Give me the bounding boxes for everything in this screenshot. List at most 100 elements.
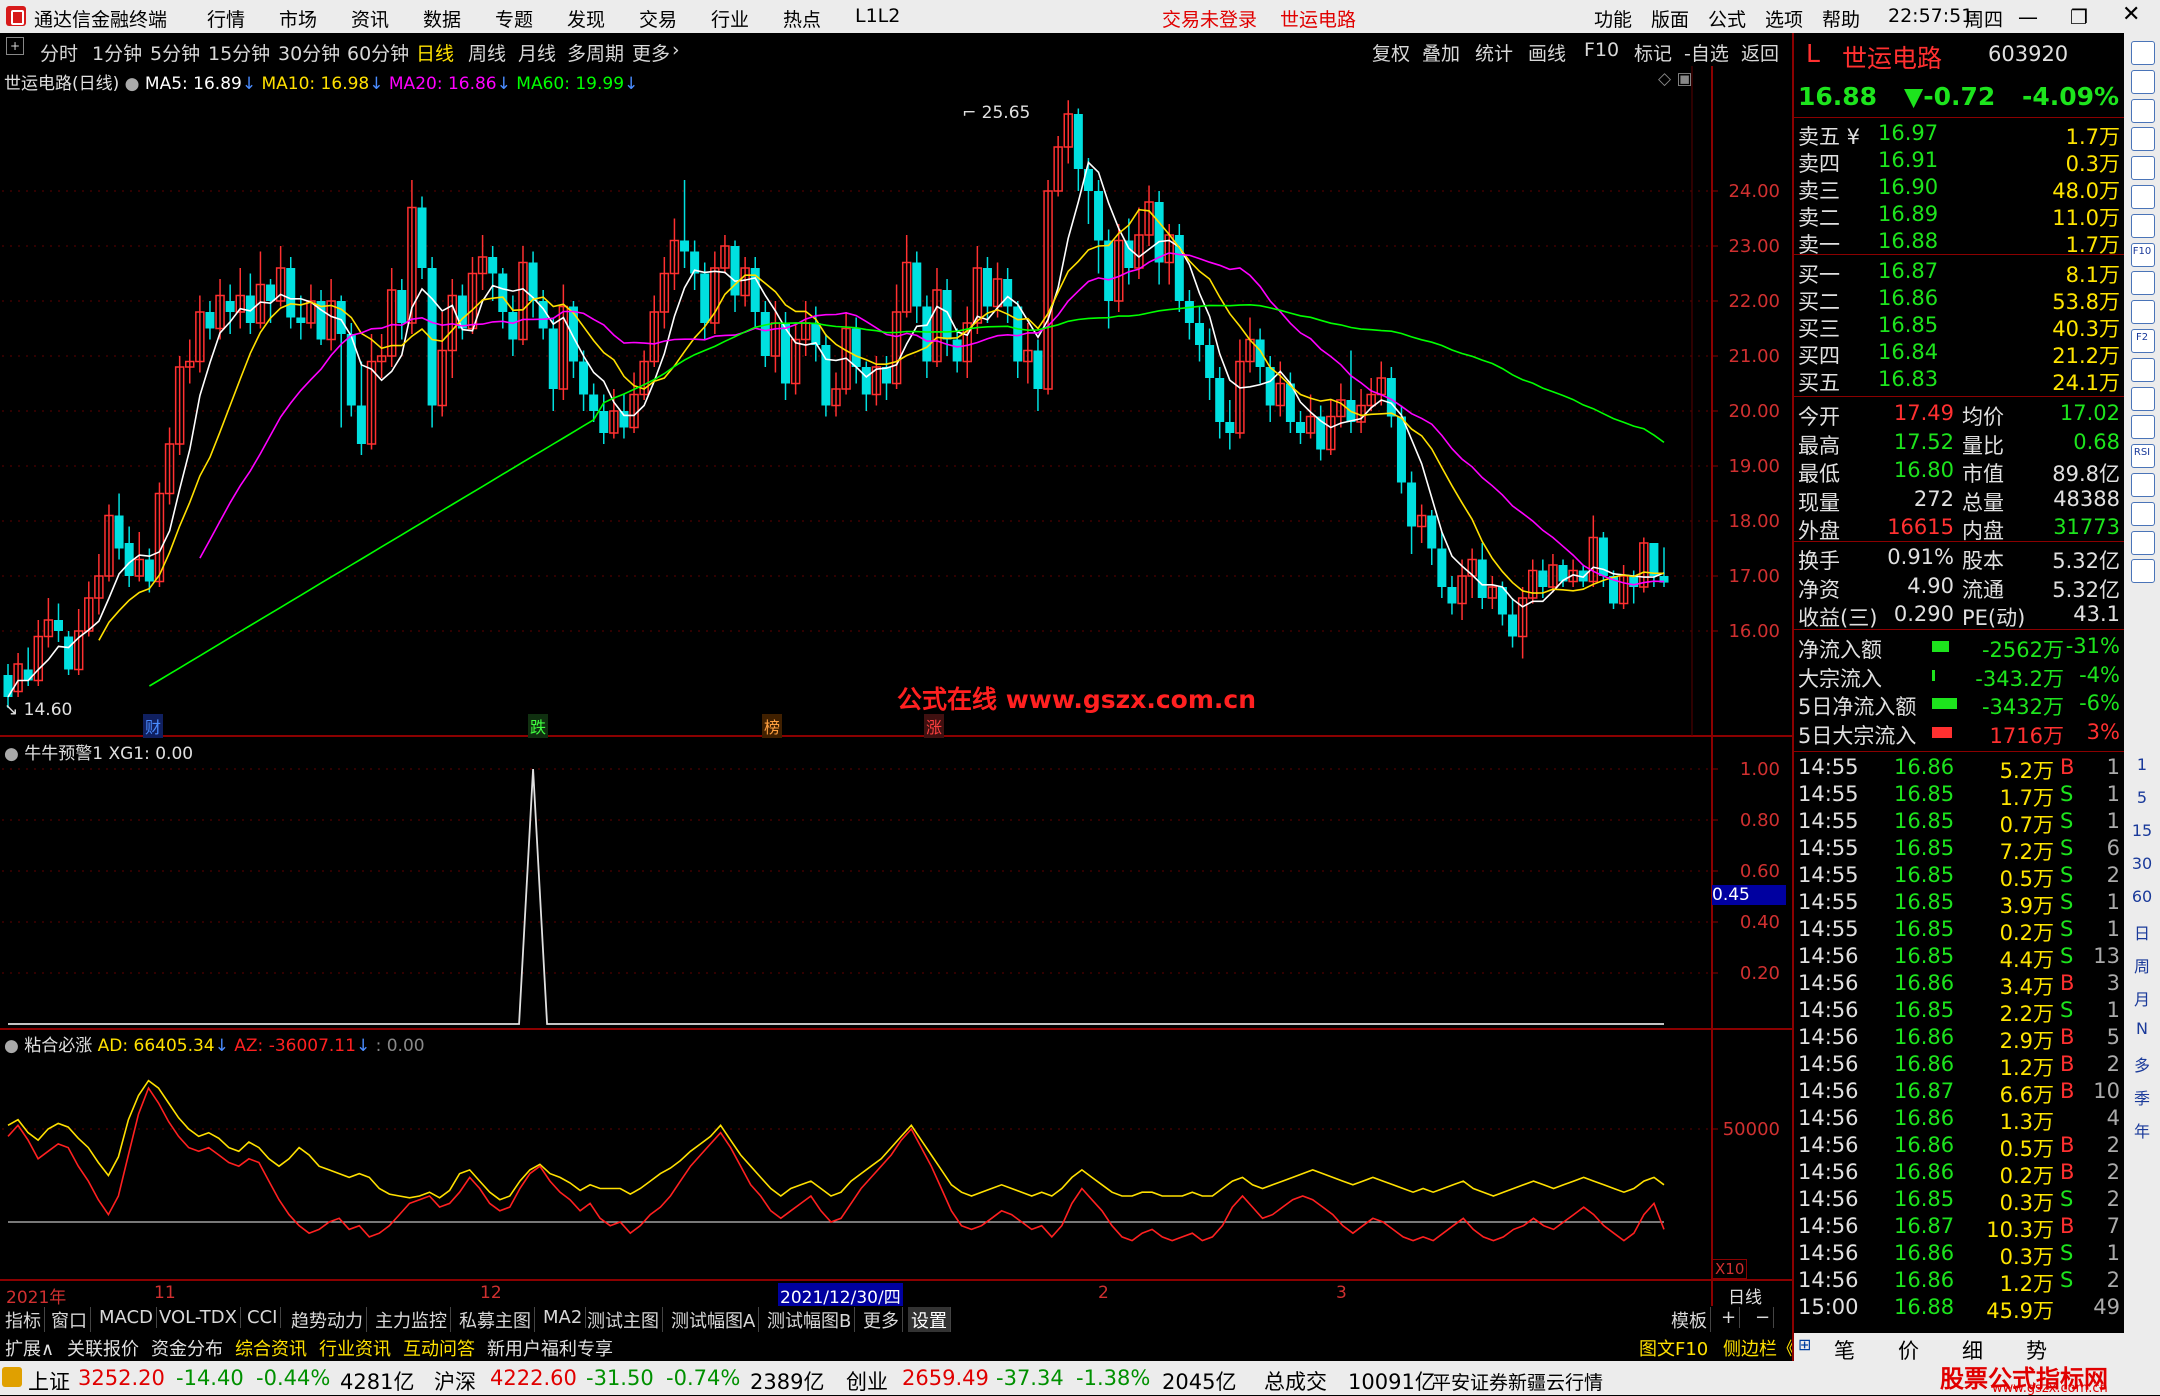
- tick-row[interactable]: 14:56 16.86 1.2万 B 2: [1794, 1052, 2124, 1080]
- tool-tongji[interactable]: 统计: [1475, 39, 1513, 66]
- period-sidebar-item[interactable]: 周: [2124, 953, 2160, 977]
- stats-icon[interactable]: [2131, 386, 2155, 411]
- close-icon[interactable]: ✕: [2122, 2, 2140, 27]
- event-marker-zhang[interactable]: 涨: [924, 714, 945, 738]
- period-60min[interactable]: 60分钟: [347, 39, 409, 66]
- menu-zhuanti[interactable]: 专题: [495, 5, 533, 32]
- tick-row[interactable]: 14:55 16.85 1.7万 S 1: [1794, 782, 2124, 810]
- period-monthly[interactable]: 月线: [518, 39, 556, 66]
- news-fuli[interactable]: 新用户福利专享: [484, 1335, 616, 1361]
- trend-icon[interactable]: [2131, 415, 2155, 440]
- tools-icon[interactable]: [2131, 530, 2155, 555]
- ask-row[interactable]: 卖一 16.88 1.7万: [1794, 229, 2124, 257]
- bid-row[interactable]: 买二 16.86 53.8万: [1794, 286, 2124, 314]
- period-sidebar-item[interactable]: 年: [2124, 1118, 2160, 1142]
- sidebar-toggle[interactable]: 侧边栏《: [1720, 1335, 1798, 1361]
- index-name-hs[interactable]: 沪深: [434, 1366, 476, 1396]
- period-sidebar-item[interactable]: 15: [2124, 821, 2160, 840]
- period-sidebar-item[interactable]: 5: [2124, 788, 2160, 807]
- news-guanlian[interactable]: 关联报价: [64, 1335, 142, 1361]
- tick-row[interactable]: 14:56 16.87 6.6万 B 10: [1794, 1079, 2124, 1107]
- period-1min[interactable]: 1分钟: [92, 39, 142, 66]
- tick-row[interactable]: 14:55 16.85 0.5万 S 2: [1794, 863, 2124, 891]
- candles-icon[interactable]: [2131, 213, 2155, 238]
- menu-shichang[interactable]: 市场: [279, 5, 317, 32]
- x10-badge[interactable]: X10: [1712, 1259, 1748, 1279]
- period-sidebar-item[interactable]: 季: [2124, 1085, 2160, 1109]
- tab-ceshi-zhutu[interactable]: 测试主图: [584, 1307, 663, 1333]
- menu-faxian[interactable]: 发现: [567, 5, 605, 32]
- tick-row[interactable]: 14:55 16.86 5.2万 B 1: [1794, 755, 2124, 783]
- menu-xuanxiang[interactable]: 选项: [1765, 5, 1803, 32]
- chart-area[interactable]: 16.00 17.00 18.00 19.00 20.00 21.00 22.00 23.00…: [0, 66, 1792, 1308]
- bid-row[interactable]: 买五 16.83 24.1万: [1794, 367, 2124, 395]
- level-icon[interactable]: [2131, 357, 2155, 382]
- menu-hangqing[interactable]: 行情: [207, 5, 245, 32]
- tick-row[interactable]: 14:56 16.85 4.4万 S 13: [1794, 944, 2124, 972]
- ask-row[interactable]: 卖四 16.91 0.3万: [1794, 148, 2124, 176]
- period-5min[interactable]: 5分钟: [150, 39, 200, 66]
- tick-row[interactable]: 14:56 16.86 0.3万 S 1: [1794, 1241, 2124, 1269]
- quote-bottom-left-icon[interactable]: ⊞: [1798, 1335, 1811, 1354]
- restore-icon[interactable]: ❐: [2070, 5, 2088, 29]
- event-marker-bang[interactable]: 榜: [762, 714, 783, 738]
- f10-icon[interactable]: F10: [2131, 242, 2155, 267]
- flow-icon[interactable]: [2131, 300, 2155, 325]
- menu-banmian[interactable]: 版面: [1651, 5, 1689, 32]
- period-sidebar-item[interactable]: N: [2124, 1019, 2160, 1038]
- tab-macd[interactable]: MACD: [96, 1307, 157, 1328]
- chart-line-icon[interactable]: [2131, 185, 2155, 209]
- tab-chuangkou[interactable]: 窗口: [48, 1307, 91, 1333]
- status-menu-icon[interactable]: [2, 1367, 22, 1387]
- period-sidebar-item[interactable]: 60: [2124, 887, 2160, 906]
- square-icon[interactable]: ▣: [1676, 69, 1692, 89]
- period-daily[interactable]: 日线: [416, 39, 454, 66]
- menu-bangzhu[interactable]: 帮助: [1822, 5, 1860, 32]
- tool-zixuan[interactable]: -自选: [1684, 39, 1729, 66]
- kline-chart-svg[interactable]: 16.0017.0018.0019.0020.0021.0022.0023.00…: [0, 66, 1792, 1306]
- tick-row[interactable]: 14:56 16.86 0.2万 B 2: [1794, 1160, 2124, 1188]
- period-sidebar-item[interactable]: 1: [2124, 755, 2160, 774]
- period-multi[interactable]: 多周期: [567, 39, 624, 66]
- tab-qushi[interactable]: 趋势动力: [288, 1307, 367, 1333]
- chart-window-controls[interactable]: ◇ ▣: [1658, 69, 1693, 89]
- tick-row[interactable]: 14:56 16.87 10.3万 B 7: [1794, 1214, 2124, 1242]
- news-zonghe[interactable]: 综合资讯: [232, 1335, 310, 1361]
- news-f10[interactable]: 图文F10: [1636, 1335, 1711, 1361]
- up-arrow-outline-icon[interactable]: [2131, 69, 2155, 94]
- tick-row[interactable]: 14:55 16.85 0.7万 S 1: [1794, 809, 2124, 837]
- move-icon[interactable]: [2131, 501, 2155, 526]
- tool-huaxian[interactable]: 画线: [1528, 39, 1566, 66]
- tick-row[interactable]: 14:56 16.86 0.5万 B 2: [1794, 1133, 2124, 1161]
- menu-gongneng[interactable]: 功能: [1594, 5, 1632, 32]
- tick-row[interactable]: 14:56 16.86 2.9万 B 5: [1794, 1025, 2124, 1053]
- settings-dot-icon[interactable]: ●: [4, 744, 24, 764]
- event-marker-cai[interactable]: 财: [143, 714, 164, 738]
- menu-l1l2[interactable]: L1L2: [855, 5, 900, 27]
- chevron-right-icon[interactable]: ›: [672, 39, 680, 61]
- settings-dot-icon[interactable]: ●: [125, 74, 145, 94]
- f2-icon[interactable]: F2: [2131, 329, 2155, 353]
- tick-row[interactable]: 14:55 16.85 0.2万 S 1: [1794, 917, 2124, 945]
- tool-f10[interactable]: F10: [1584, 39, 1619, 61]
- menu-zixun[interactable]: 资讯: [351, 5, 389, 32]
- tab-ma2[interactable]: MA2: [540, 1307, 587, 1328]
- menu-jiaoyi[interactable]: 交易: [639, 5, 677, 32]
- menu-gongshi[interactable]: 公式: [1708, 5, 1746, 32]
- tick-row[interactable]: 14:56 16.86 3.4万 B 3: [1794, 971, 2124, 999]
- diamond-icon[interactable]: ◇: [1658, 69, 1671, 89]
- tab-ceshi-futu-a[interactable]: 测试幅图A: [668, 1307, 760, 1333]
- menu-redian[interactable]: 热点: [783, 5, 821, 32]
- tool-fanhui[interactable]: 返回: [1741, 39, 1779, 66]
- menu-hangye[interactable]: 行业: [711, 5, 749, 32]
- alarm-icon[interactable]: [2131, 473, 2155, 497]
- tick-row[interactable]: 14:56 16.85 2.2万 S 1: [1794, 998, 2124, 1026]
- tab-cci[interactable]: CCI: [244, 1307, 282, 1328]
- index-name-sh[interactable]: 上证: [28, 1366, 70, 1396]
- rsi-icon[interactable]: RSI: [2131, 444, 2155, 469]
- period-sidebar-item[interactable]: 月: [2124, 986, 2160, 1010]
- period-30min[interactable]: 30分钟: [278, 39, 340, 66]
- news-expand[interactable]: 扩展∧: [2, 1335, 57, 1361]
- tab-settings[interactable]: 设置: [908, 1307, 951, 1333]
- tick-row[interactable]: 14:55 16.85 7.2万 S 6: [1794, 836, 2124, 864]
